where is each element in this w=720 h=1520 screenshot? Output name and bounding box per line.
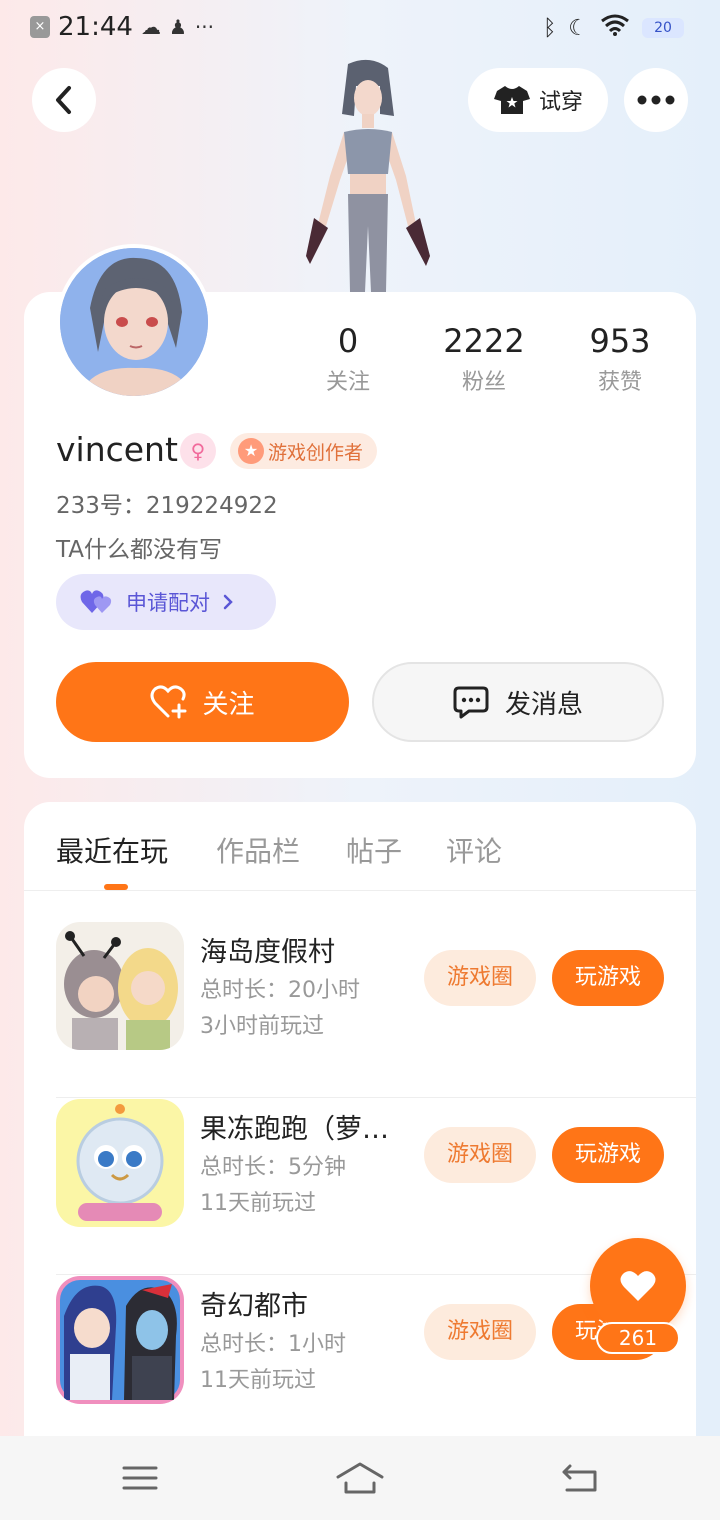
battery-icon: 20 <box>642 18 684 38</box>
game-name: 奇幻都市 <box>200 1291 308 1322</box>
sim-off-icon: × <box>30 16 50 38</box>
game-name: 果冻跑跑（萝… <box>200 1114 389 1145</box>
wifi-icon <box>600 14 630 42</box>
system-nav-bar <box>0 1436 720 1520</box>
game-duration: 总时长：1小时 <box>200 1332 346 1357</box>
more-horizontal-icon <box>637 95 675 105</box>
stat-following[interactable]: 0 关注 <box>288 322 408 396</box>
play-game-button[interactable]: 玩游戏 <box>552 950 664 1006</box>
game-circle-button[interactable]: 游戏圈 <box>424 950 536 1006</box>
send-message-label: 发消息 <box>504 689 583 720</box>
home-icon <box>336 1462 384 1494</box>
creator-badge[interactable]: ★ 游戏创作者 <box>230 433 378 469</box>
more-options-button[interactable] <box>624 68 688 132</box>
username: vincent <box>56 430 178 469</box>
home-button[interactable] <box>336 1456 384 1500</box>
stat-fans[interactable]: 2222 粉丝 <box>424 322 544 396</box>
system-back-button[interactable] <box>556 1456 604 1500</box>
back-button[interactable] <box>32 68 96 132</box>
avatar[interactable] <box>56 244 212 400</box>
tab-divider <box>24 890 696 891</box>
chevron-right-icon <box>223 594 233 610</box>
game-duration: 总时长：20小时 <box>200 978 360 1003</box>
moon-icon: ☾ <box>568 15 588 41</box>
cloud-icon: ☁ <box>140 15 161 39</box>
stat-fans-label: 粉丝 <box>461 370 506 395</box>
stat-fans-value: 2222 <box>443 322 525 360</box>
game-thumbnail[interactable] <box>56 1276 184 1404</box>
like-count: 261 <box>596 1322 680 1354</box>
stat-likes-label: 获赞 <box>597 370 642 395</box>
chevron-left-icon <box>56 86 71 114</box>
follow-label: 关注 <box>202 689 255 720</box>
creator-badge-icon: ★ <box>238 438 264 464</box>
row-divider <box>56 1097 696 1098</box>
game-name: 海岛度假村 <box>200 937 335 968</box>
heart-icon <box>620 1271 656 1301</box>
game-duration: 总时长：5分钟 <box>200 1155 346 1180</box>
avatar-figure[interactable] <box>270 56 450 292</box>
tab-recently-played[interactable]: 最近在玩 <box>56 830 168 870</box>
status-time: 21:44 <box>58 12 133 42</box>
menu-icon <box>122 1466 158 1490</box>
stat-following-value: 0 <box>337 322 359 360</box>
follow-button[interactable]: 关注 <box>56 662 349 742</box>
pair-request-button[interactable]: 申请配对 <box>56 574 276 630</box>
more-dots-icon: ··· <box>194 15 214 39</box>
send-message-button[interactable]: 发消息 <box>372 662 664 742</box>
qq-icon: ♟ <box>168 15 187 39</box>
game-row[interactable]: 海岛度假村 总时长：20小时 3小时前玩过 游戏圈 玩游戏 <box>56 922 696 1098</box>
like-button[interactable] <box>590 1238 686 1334</box>
game-row[interactable]: 果冻跑跑（萝… 总时长：5分钟 11天前玩过 游戏圈 玩游戏 <box>56 1099 696 1275</box>
game-circle-button[interactable]: 游戏圈 <box>424 1304 536 1360</box>
stat-likes[interactable]: 953 获赞 <box>560 322 680 396</box>
heart-plus-icon <box>150 685 187 719</box>
stat-following-label: 关注 <box>325 370 370 395</box>
game-thumbnail[interactable] <box>56 1099 184 1227</box>
hearts-icon <box>80 590 112 613</box>
game-last-played: 3小时前玩过 <box>200 1014 324 1039</box>
gender-female-icon: ♀ <box>180 433 216 469</box>
bluetooth-icon: ᛒ <box>543 15 557 41</box>
game-thumbnail[interactable] <box>56 922 184 1050</box>
menu-button[interactable] <box>116 1456 164 1500</box>
play-game-button[interactable]: 玩游戏 <box>552 1127 664 1183</box>
chat-bubble-icon <box>453 686 489 719</box>
creator-badge-label: 游戏创作者 <box>268 441 364 464</box>
user-id: 233号：219224922 <box>56 493 278 519</box>
tab-works[interactable]: 作品栏 <box>216 830 300 870</box>
game-last-played: 11天前玩过 <box>200 1191 316 1216</box>
tab-posts[interactable]: 帖子 <box>346 830 402 870</box>
try-on-label: 试穿 <box>538 90 583 115</box>
tab-comments[interactable]: 评论 <box>446 830 502 870</box>
status-bar: × 21:44 ☁ ♟ ··· ᛒ ☾ 20 <box>0 0 720 56</box>
stat-likes-value: 953 <box>589 322 651 360</box>
tshirt-icon <box>493 86 530 114</box>
return-icon <box>562 1464 597 1492</box>
try-on-button[interactable]: 试穿 <box>468 68 608 132</box>
bio: TA什么都没有写 <box>56 537 222 563</box>
game-circle-button[interactable]: 游戏圈 <box>424 1127 536 1183</box>
game-last-played: 11天前玩过 <box>200 1368 316 1393</box>
pair-request-label: 申请配对 <box>126 591 210 615</box>
